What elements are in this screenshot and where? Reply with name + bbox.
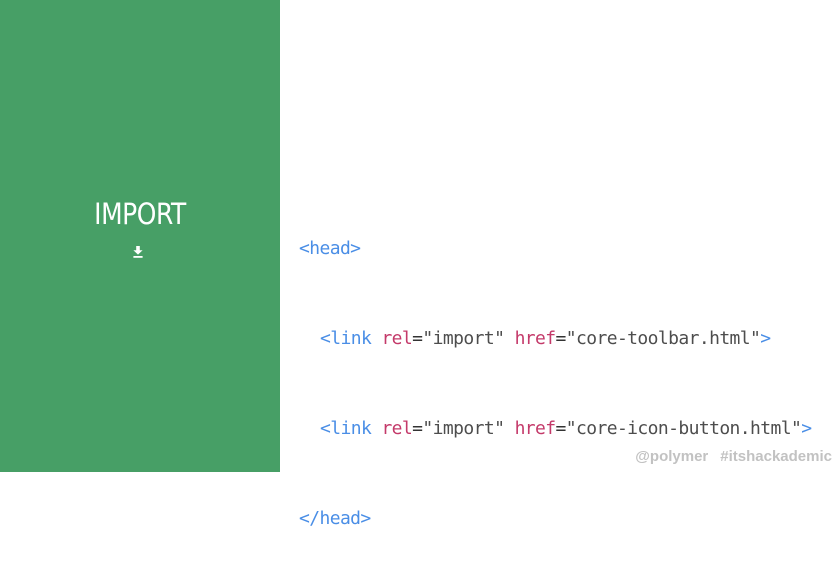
code-attr: href xyxy=(514,328,557,349)
code-line-head-open: <head> xyxy=(299,234,811,264)
code-string: "core-toolbar.html" xyxy=(565,328,761,349)
code-punct: = xyxy=(555,418,567,439)
code-line-link-toolbar: <link rel="import" href="core-toolbar.ht… xyxy=(299,324,811,354)
code-line-link-icon-button: <link rel="import" href="core-icon-butto… xyxy=(299,414,812,444)
footer: @polymer #itshackademic xyxy=(635,448,832,465)
code-string: "import" xyxy=(422,328,505,349)
code-string: "core-icon-button.html" xyxy=(565,418,802,439)
code-punct: = xyxy=(555,328,567,349)
code-tag: > xyxy=(801,418,812,439)
code-tag: > xyxy=(760,328,771,349)
footer-hashtag: #itshackademic xyxy=(720,448,832,465)
footer-handle: @polymer xyxy=(635,448,709,465)
code-tag: </head> xyxy=(299,508,371,529)
code-block: <head> <link rel="import" href="core-too… xyxy=(299,174,812,564)
code-punct: = xyxy=(412,328,423,349)
code-attr: href xyxy=(514,418,557,439)
code-punct: = xyxy=(412,418,423,439)
code-tag: <link xyxy=(320,418,372,439)
code-tag: <link xyxy=(320,328,372,349)
slide-title: IMPORT xyxy=(94,197,186,231)
sidebar-panel: IMPORT xyxy=(0,0,280,472)
download-icon xyxy=(133,246,143,258)
code-string: "import" xyxy=(422,418,505,439)
code-tag: <head> xyxy=(299,238,361,259)
code-attr: rel xyxy=(381,418,413,439)
code-line-head-close: </head> xyxy=(299,504,811,534)
code-attr: rel xyxy=(381,328,413,349)
